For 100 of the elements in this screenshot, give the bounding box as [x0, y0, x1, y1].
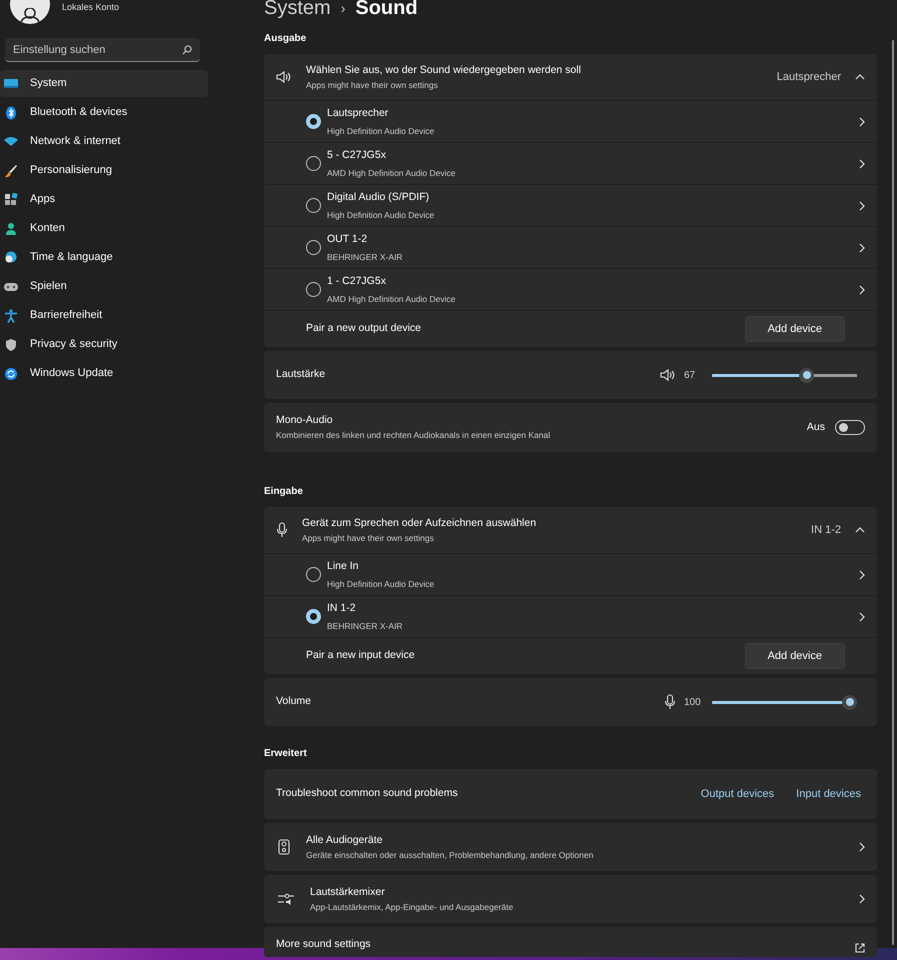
section-heading: Ausgabe — [264, 32, 308, 46]
slider-thumb[interactable] — [842, 694, 857, 710]
section-heading: Erweitert — [264, 747, 308, 761]
settings-card[interactable]: More sound settings — [264, 927, 877, 957]
setting-description: Kombinieren des linken und rechten Audiokanals in einen einzigen Kanal — [276, 429, 552, 442]
setting-description: Geräte einschalten oder ausschalten, Problembehandlung, andere Optionen — [306, 848, 594, 862]
chevron-right-icon — [859, 284, 865, 294]
selected-device-label: IN 1-2 — [811, 522, 841, 538]
brush-icon — [4, 164, 18, 178]
selected-device-label: Lautsprecher — [776, 70, 841, 85]
speaker-icon — [660, 368, 676, 382]
pair-label: Pair a new output device — [306, 321, 422, 336]
scrollbar[interactable] — [892, 40, 894, 945]
chevron-right-icon — [859, 842, 865, 852]
device-option[interactable]: 5 - C27JG5x AMD High Definition Audio Device — [264, 143, 877, 185]
speaker-icon — [276, 70, 292, 84]
chevron-right-icon — [859, 200, 865, 210]
chevron-right-icon — [859, 570, 865, 580]
sidebar-item[interactable]: Konten — [0, 215, 208, 242]
breadcrumb-separator: › — [340, 0, 346, 18]
device-detail: High Definition Audio Device — [327, 578, 436, 590]
setting-title: Troubleshoot common sound problems — [276, 786, 459, 802]
link[interactable]: Input devices — [796, 786, 861, 802]
chevron-right-icon — [859, 158, 865, 168]
globe-clock-icon — [4, 250, 18, 264]
device-name: Lautsprecher — [327, 106, 390, 121]
account-type: Lokales Konto — [62, 0, 120, 14]
monitor-icon — [4, 76, 18, 90]
device-detail: AMD High Definition Audio Device — [327, 292, 457, 306]
shield-icon — [4, 338, 18, 352]
breadcrumb-link[interactable]: System — [264, 0, 331, 19]
setting-title: Wählen Sie aus, wo der Sound wiedergegeben werden soll — [306, 62, 582, 78]
settings-card[interactable]: Lautstärkemixer App-Lautstärkemix, App-Eingabe- und Ausgabegeräte — [264, 875, 877, 923]
radio-button[interactable] — [306, 567, 321, 582]
sidebar-item[interactable]: Privacy & security — [0, 331, 208, 358]
chevron-up-icon[interactable] — [855, 527, 865, 533]
wifi-icon — [4, 134, 18, 148]
sidebar-item[interactable]: Apps — [0, 186, 208, 213]
accessibility-icon — [4, 308, 18, 322]
device-name: 5 - C27JG5x — [327, 148, 387, 163]
device-option[interactable]: Lautsprecher High Definition Audio Device — [264, 101, 877, 143]
device-detail: BEHRINGER X-AIR — [327, 620, 404, 632]
setting-title: Gerät zum Sprechen oder Aufzeichnen auswählen — [302, 516, 538, 531]
slider-thumb[interactable] — [799, 368, 814, 382]
sidebar-item[interactable]: Network & internet — [0, 128, 208, 155]
pair-label: Pair a new input device — [306, 648, 416, 664]
speaker-box-icon — [278, 839, 290, 855]
person-icon — [18, 8, 42, 24]
search-icon — [182, 45, 192, 55]
search-field[interactable]: Einstellung suchen — [5, 38, 200, 62]
device-name: Line In — [327, 558, 360, 574]
microphone-icon — [664, 694, 676, 710]
device-detail: High Definition Audio Device — [327, 124, 436, 138]
volume-value: 67 — [684, 368, 696, 382]
microphone-icon — [276, 522, 288, 538]
setting-title: Mono-Audio — [276, 413, 334, 428]
sidebar-item[interactable]: Windows Update — [0, 360, 208, 387]
settings-card[interactable]: Alle Audiogeräte Geräte einschalten oder ausschalten, Problembehandlung, andere Optionen — [264, 823, 877, 871]
chevron-up-icon[interactable] — [855, 74, 865, 80]
sidebar-item[interactable]: Barrierefreiheit — [0, 302, 208, 329]
sidebar-item[interactable]: Personalisierung — [0, 157, 208, 184]
device-detail: High Definition Audio Device — [327, 208, 436, 222]
setting-title: Lautstärkemixer — [310, 884, 386, 900]
apps-icon — [4, 192, 18, 206]
radio-button[interactable] — [306, 198, 321, 213]
toggle-switch[interactable] — [835, 420, 865, 435]
setting-description: App-Lautstärkemix, App-Eingabe- und Ausgabegeräte — [310, 900, 514, 914]
radio-button[interactable] — [306, 609, 321, 624]
radio-button[interactable] — [306, 240, 321, 255]
setting-title: Alle Audiogeräte — [306, 832, 384, 848]
sidebar-item[interactable]: Bluetooth & devices — [0, 99, 208, 126]
setting-title: More sound settings — [276, 937, 372, 952]
add-device-button[interactable]: Add device — [744, 316, 845, 342]
chevron-right-icon — [859, 612, 865, 622]
person-icon — [4, 222, 18, 236]
sidebar-item[interactable]: Spielen — [0, 273, 208, 300]
bluetooth-icon — [4, 106, 18, 120]
device-detail: AMD High Definition Audio Device — [327, 166, 457, 180]
device-name: Digital Audio (S/PDIF) — [327, 190, 430, 205]
device-option[interactable]: 1 - C27JG5x AMD High Definition Audio Device — [264, 269, 877, 311]
toggle-state-label: Aus — [806, 420, 825, 435]
chevron-right-icon — [859, 116, 865, 126]
device-option[interactable]: OUT 1-2 BEHRINGER X-AIR — [264, 227, 877, 269]
sidebar-item[interactable]: Time & language — [0, 244, 208, 271]
device-option[interactable]: Line In High Definition Audio Device — [264, 554, 877, 596]
device-name: 1 - C27JG5x — [327, 274, 387, 289]
update-icon — [4, 366, 18, 380]
setting-title: Lautstärke — [276, 367, 326, 382]
device-option[interactable]: IN 1-2 BEHRINGER X-AIR — [264, 596, 877, 638]
add-device-button[interactable]: Add device — [744, 642, 845, 670]
link[interactable]: Output devices — [700, 786, 774, 802]
radio-button[interactable] — [306, 156, 321, 171]
external-link-icon — [855, 943, 865, 953]
device-option[interactable]: Digital Audio (S/PDIF) High Definition Audio Device — [264, 185, 877, 227]
radio-button[interactable] — [306, 282, 321, 297]
radio-button[interactable] — [306, 114, 321, 129]
device-name: OUT 1-2 — [327, 232, 368, 247]
setting-description: Apps might have their own settings — [302, 532, 435, 544]
sidebar-item[interactable]: System — [0, 70, 208, 97]
volume-value: 100 — [684, 696, 702, 710]
